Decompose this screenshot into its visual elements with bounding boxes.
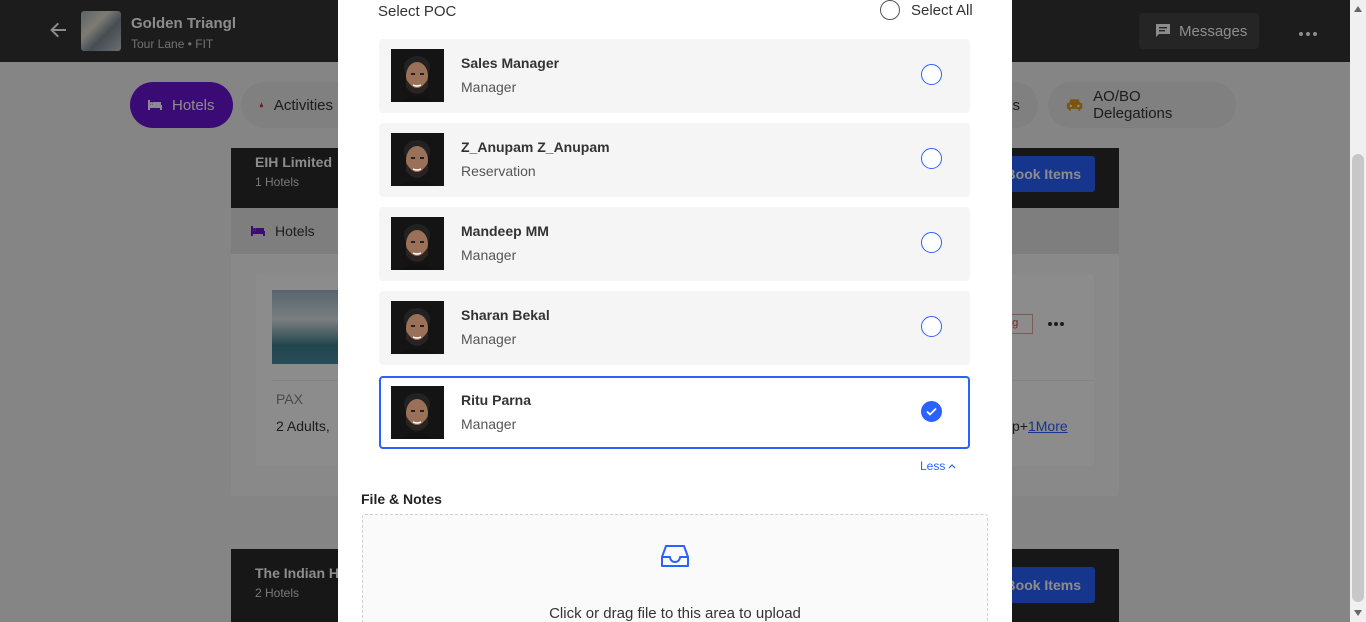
avatar	[391, 133, 444, 186]
select-poc-modal: Select POC Select All Sales Manager Manag…	[338, 0, 1012, 622]
select-all-option[interactable]: Select All	[880, 0, 973, 20]
upload-instructions: Click or drag file to this area to uploa…	[549, 605, 801, 622]
poc-radio-checked[interactable]	[921, 401, 942, 422]
poc-radio[interactable]	[921, 148, 942, 169]
poc-name: Sales Manager	[461, 55, 560, 71]
scroll-up-icon[interactable]	[1354, 6, 1362, 12]
poc-name: Z_Anupam Z_Anupam	[461, 139, 610, 155]
scrollbar-thumb[interactable]	[1352, 154, 1364, 602]
avatar	[391, 217, 444, 270]
avatar	[391, 301, 444, 354]
files-notes-title: File & Notes	[361, 491, 442, 507]
chevron-up-icon	[948, 464, 956, 469]
poc-radio[interactable]	[921, 64, 942, 85]
poc-role: Manager	[461, 247, 517, 263]
checkmark-icon	[926, 407, 937, 416]
poc-item[interactable]: Sales Manager Manager	[379, 39, 970, 113]
less-toggle[interactable]: Less	[920, 459, 956, 473]
poc-name: Mandeep MM	[461, 223, 549, 239]
poc-role: Reservation	[461, 163, 536, 179]
less-label: Less	[920, 459, 946, 473]
select-poc-heading: Select POC	[378, 3, 457, 20]
scroll-down-icon[interactable]	[1354, 610, 1362, 616]
poc-name: Ritu Parna	[461, 392, 532, 408]
page-scrollbar[interactable]	[1350, 0, 1366, 622]
avatar	[391, 386, 444, 439]
poc-role: Manager	[461, 79, 517, 95]
poc-radio[interactable]	[921, 232, 942, 253]
poc-name: Sharan Bekal	[461, 307, 550, 323]
poc-item[interactable]: Mandeep MM Manager	[379, 207, 970, 281]
poc-item[interactable]: Sharan Bekal Manager	[379, 291, 970, 365]
select-all-label: Select All	[911, 1, 973, 19]
poc-item[interactable]: Ritu Parna Manager	[379, 376, 970, 449]
avatar	[391, 49, 444, 102]
poc-radio[interactable]	[921, 316, 942, 337]
poc-role: Manager	[461, 331, 517, 347]
poc-role: Manager	[461, 416, 517, 432]
select-all-radio[interactable]	[880, 0, 900, 20]
file-upload-dropzone[interactable]: Click or drag file to this area to uploa…	[362, 514, 988, 622]
inbox-icon	[661, 545, 689, 567]
poc-item[interactable]: Z_Anupam Z_Anupam Reservation	[379, 123, 970, 197]
